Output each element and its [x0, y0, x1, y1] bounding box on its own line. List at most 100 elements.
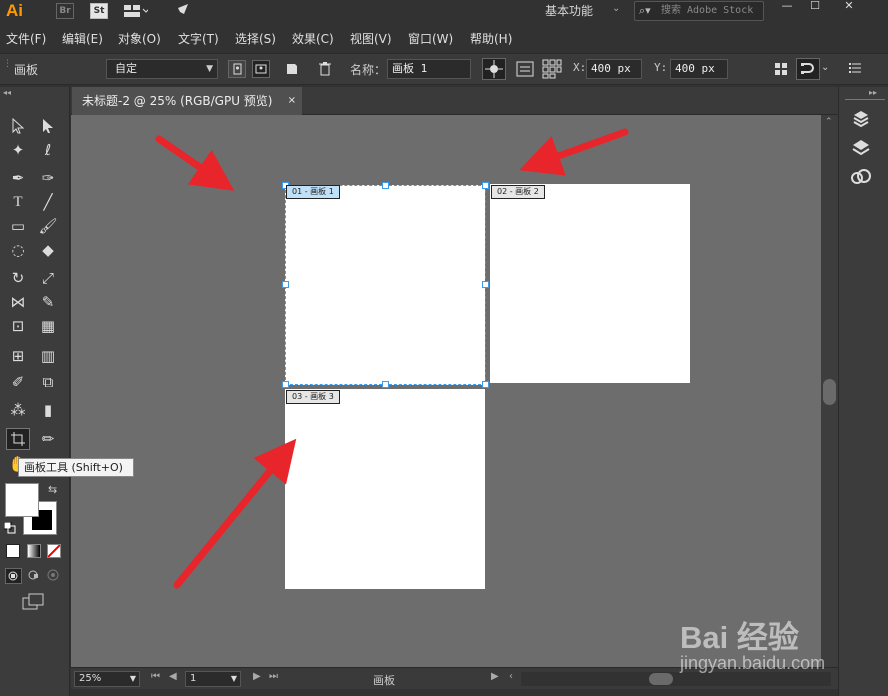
menu-edit[interactable]: 编辑(E)	[62, 30, 103, 47]
workspace-switcher[interactable]: 基本功能	[545, 2, 593, 19]
watermark-logo: Bai 经验	[680, 620, 799, 655]
status-menu-icon[interactable]: ▶	[491, 671, 499, 682]
menu-effect[interactable]: 效果(C)	[292, 30, 334, 47]
scrollbar-thumb[interactable]	[823, 379, 836, 405]
rearrange-artboards-icon[interactable]	[542, 59, 562, 82]
slice-tool-icon[interactable]: ✏	[36, 428, 60, 450]
puppet-warp-tool-icon[interactable]: ✎	[36, 291, 60, 313]
layers-icon[interactable]	[849, 136, 873, 160]
default-fill-stroke-icon[interactable]	[3, 521, 16, 537]
draw-inside-icon[interactable]	[46, 568, 63, 584]
vertical-scrollbar[interactable]: ⌃	[821, 115, 838, 667]
canvas[interactable]: 01 - 画板 1 02 - 画板 2 03 - 画板 3	[71, 115, 821, 667]
menu-help[interactable]: 帮助(H)	[470, 30, 512, 47]
selection-tool-icon[interactable]	[6, 115, 30, 137]
direct-selection-tool-icon[interactable]	[36, 115, 60, 137]
chevron-down-icon: ▼	[230, 674, 237, 683]
artboard-name-field[interactable]: 画板 1	[387, 59, 471, 79]
menu-object[interactable]: 对象(O)	[118, 30, 161, 47]
last-artboard-icon[interactable]: ⏭	[269, 671, 278, 682]
menu-file[interactable]: 文件(F)	[6, 30, 46, 47]
scroll-left-icon[interactable]: ‹	[509, 671, 513, 682]
libraries-icon[interactable]	[849, 107, 873, 131]
panel-grip-icon[interactable]: ⋮	[3, 59, 12, 69]
mesh-tool-icon[interactable]: ⊞	[6, 345, 30, 367]
artboard-number-field[interactable]: 1 ▼	[185, 671, 241, 687]
next-artboard-icon[interactable]: ▶	[253, 671, 261, 682]
fill-color-swatch[interactable]	[5, 483, 39, 517]
chevron-down-icon[interactable]: ⌄	[612, 3, 620, 14]
line-segment-tool-icon[interactable]: ╱	[36, 191, 60, 213]
gradient-mode-icon[interactable]	[27, 544, 41, 558]
scale-tool-icon[interactable]: ⤢	[36, 267, 60, 289]
collapse-panel-icon[interactable]: ◂◂	[3, 88, 11, 97]
document-tab[interactable]: 未标题-2 @ 25% (RGB/GPU 预览) ×	[72, 87, 302, 115]
shaper-tool-icon[interactable]: ◌	[6, 239, 30, 261]
eyedropper-tool-icon[interactable]: ✐	[6, 371, 30, 393]
artboard-preset-select[interactable]: 自定 ▼	[106, 59, 218, 79]
free-transform-tool-icon[interactable]: ⊡	[6, 315, 30, 337]
tools-panel: ◂◂ ✦ ℓ ✒ ✑ T ╱ ▭ 🖌 ◌ ◆ ↻ ⤢ ⋈ ✎ ⊡ ▦ ⊞ ▥ ✐…	[0, 87, 134, 696]
change-screen-mode-icon[interactable]	[22, 593, 46, 614]
minimize-icon[interactable]: —	[774, 0, 800, 14]
curvature-tool-icon[interactable]: ✑	[36, 167, 60, 189]
eraser-tool-icon[interactable]: ◆	[36, 239, 60, 261]
none-mode-icon[interactable]	[47, 544, 61, 558]
delete-artboard-icon[interactable]	[318, 61, 332, 80]
align-icon[interactable]	[774, 62, 788, 79]
color-mode-icon[interactable]	[6, 544, 20, 558]
snap-icon[interactable]	[796, 58, 820, 80]
gpu-performance-icon[interactable]	[172, 2, 192, 20]
horizontal-scrollbar[interactable]	[521, 672, 831, 686]
rectangle-tool-icon[interactable]: ▭	[6, 215, 30, 237]
y-label: Y:	[654, 61, 668, 74]
stock-search-input[interactable]: ⌕▾ 搜索 Adobe Stock	[634, 1, 764, 21]
chevron-down-icon[interactable]: ⌄	[821, 62, 829, 73]
swap-fill-stroke-icon[interactable]: ⇆	[48, 483, 57, 496]
symbol-sprayer-tool-icon[interactable]: ⁂	[6, 399, 30, 421]
paintbrush-tool-icon[interactable]: 🖌	[36, 215, 60, 237]
type-tool-icon[interactable]: T	[6, 191, 30, 213]
close-tab-icon[interactable]: ×	[288, 87, 296, 115]
stock-button[interactable]: St	[90, 3, 108, 19]
menu-bar: 文件(F) 编辑(E) 对象(O) 文字(T) 选择(S) 效果(C) 视图(V…	[0, 26, 888, 50]
perspective-grid-tool-icon[interactable]: ▦	[36, 315, 60, 337]
menu-view[interactable]: 视图(V)	[350, 30, 392, 47]
maximize-icon[interactable]: ☐	[802, 0, 828, 14]
width-tool-icon[interactable]: ⋈	[6, 291, 30, 313]
bridge-button[interactable]: Br	[56, 3, 74, 19]
zoom-level-field[interactable]: 25% ▼	[74, 671, 140, 687]
creative-cloud-icon[interactable]	[849, 165, 873, 189]
panel-menu-icon[interactable]	[848, 61, 862, 78]
column-graph-tool-icon[interactable]: ▮	[36, 399, 60, 421]
artboard-tool-icon[interactable]	[6, 428, 30, 450]
first-artboard-icon[interactable]: ⏮	[151, 671, 160, 682]
y-position-field[interactable]: 400 px	[670, 59, 728, 79]
watermark-url: jingyan.baidu.com	[680, 653, 826, 673]
new-artboard-icon[interactable]	[285, 62, 299, 79]
landscape-orientation-icon[interactable]	[252, 60, 270, 78]
x-position-field[interactable]: 400 px	[586, 59, 642, 79]
gradient-tool-icon[interactable]: ▥	[36, 345, 60, 367]
portrait-orientation-icon[interactable]	[228, 60, 246, 78]
magic-wand-tool-icon[interactable]: ✦	[6, 139, 30, 161]
menu-select[interactable]: 选择(S)	[235, 30, 276, 47]
menu-type[interactable]: 文字(T)	[178, 30, 219, 47]
draw-normal-icon[interactable]	[5, 568, 22, 584]
menu-window[interactable]: 窗口(W)	[408, 30, 453, 47]
close-icon[interactable]: ✕	[836, 0, 862, 14]
scroll-up-icon[interactable]: ⌃	[825, 117, 833, 127]
move-copy-artwork-icon[interactable]	[482, 58, 506, 80]
status-text: 画板	[373, 674, 395, 687]
rotate-tool-icon[interactable]: ↻	[6, 267, 30, 289]
previous-artboard-icon[interactable]: ◀	[169, 671, 177, 682]
draw-behind-icon[interactable]	[26, 568, 43, 584]
pen-tool-icon[interactable]: ✒	[6, 167, 30, 189]
scrollbar-thumb[interactable]	[649, 673, 673, 685]
chevron-down-icon: ▼	[206, 64, 213, 74]
artboard-options-icon[interactable]	[516, 61, 534, 80]
lasso-tool-icon[interactable]: ℓ	[36, 139, 60, 161]
blend-tool-icon[interactable]: ⧉	[36, 371, 60, 393]
arrange-documents-icon[interactable]	[124, 3, 150, 19]
expand-panel-icon[interactable]: ▸▸	[869, 88, 877, 97]
